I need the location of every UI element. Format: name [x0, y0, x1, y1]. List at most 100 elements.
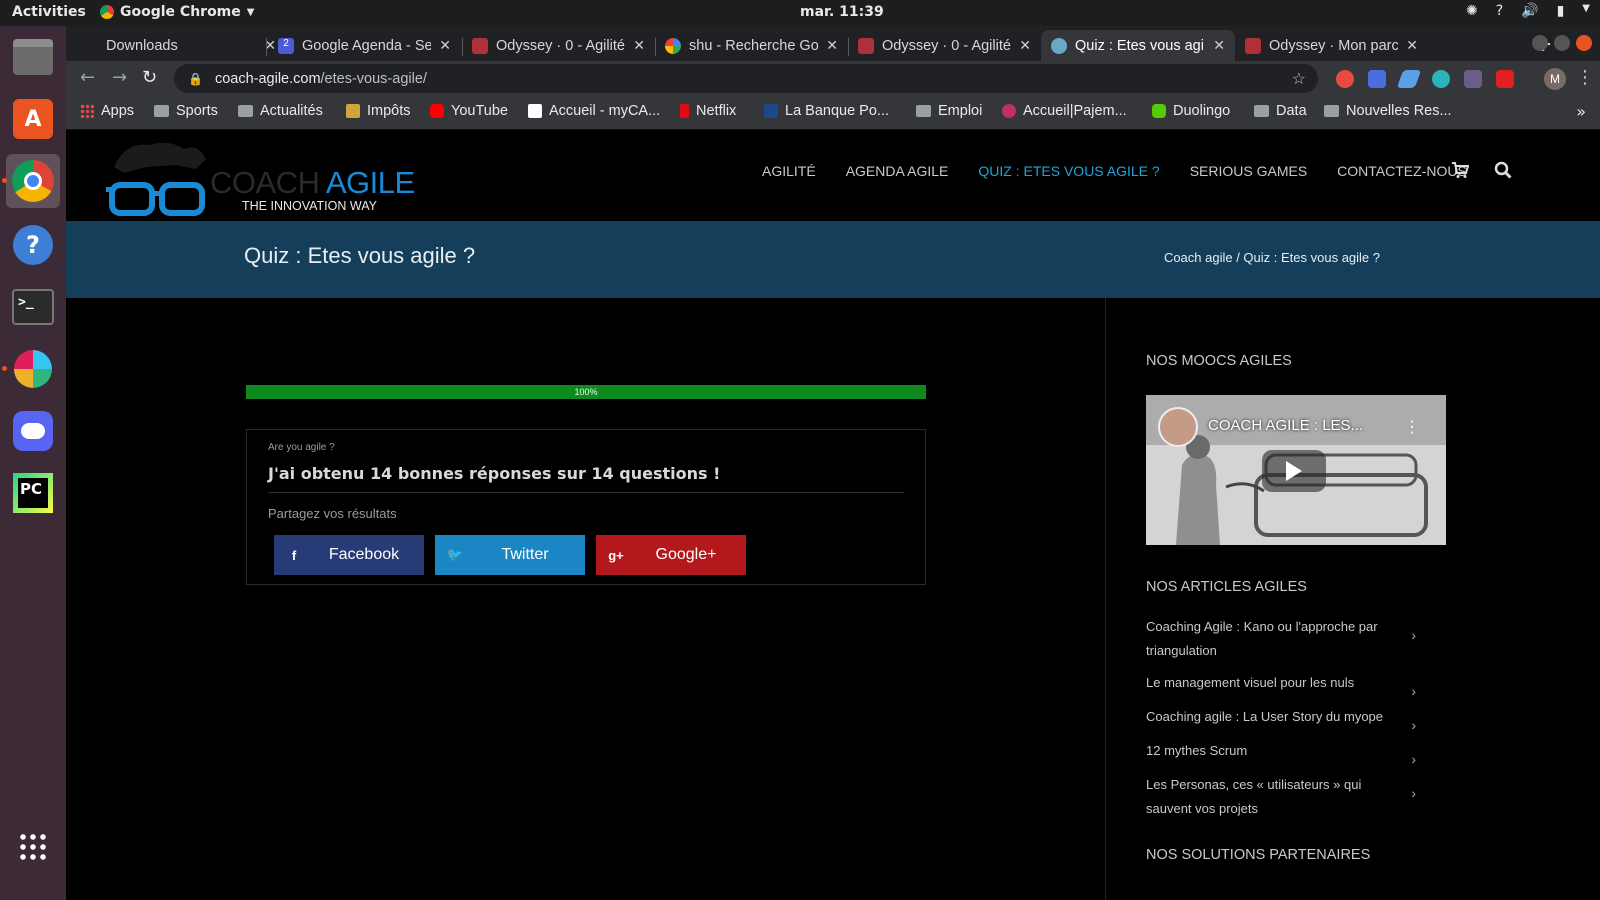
- channel-avatar[interactable]: [1158, 407, 1198, 447]
- close-window-button[interactable]: [1576, 35, 1592, 51]
- bookmark-star-icon[interactable]: ☆: [1292, 69, 1306, 89]
- address-bar[interactable]: 🔒 coach-agile.com /etes-vous-agile/ ☆: [174, 64, 1318, 93]
- duolingo-icon: [1152, 104, 1166, 118]
- chevron-right-icon: ›: [1411, 627, 1416, 643]
- clock[interactable]: mar. 11:39: [800, 4, 884, 20]
- bookmark-netflix[interactable]: Netflix: [680, 103, 736, 119]
- extension-icon[interactable]: [1464, 70, 1482, 88]
- extension-icon[interactable]: [1496, 70, 1514, 88]
- close-icon[interactable]: ✕: [826, 37, 838, 54]
- bookmark-banque-postale[interactable]: La Banque Po...: [764, 103, 889, 119]
- close-icon[interactable]: ✕: [1213, 37, 1225, 54]
- article-link[interactable]: Coaching agile : La User Story du myope …: [1146, 705, 1416, 733]
- dock-terminal[interactable]: >_: [6, 280, 60, 334]
- dock: A ? >_ PC: [0, 26, 66, 900]
- bookmark-pajemploi[interactable]: Accueil|Pajem...: [1002, 103, 1127, 119]
- close-icon[interactable]: ✕: [439, 37, 451, 54]
- dock-files[interactable]: [6, 30, 60, 84]
- nav-quiz[interactable]: QUIZ : ETES VOUS AGILE ?: [978, 163, 1159, 179]
- search-icon[interactable]: [1494, 161, 1512, 179]
- tab-google-search[interactable]: shu - Recherche Goo ✕: [655, 30, 848, 61]
- play-icon[interactable]: [1262, 450, 1326, 492]
- software-store-icon: A: [13, 99, 53, 139]
- cart-icon[interactable]: [1451, 161, 1469, 179]
- article-link[interactable]: 12 mythes Scrum ›: [1146, 739, 1416, 767]
- article-link[interactable]: Coaching Agile : Kano ou l'approche par …: [1146, 615, 1416, 663]
- bookmark-data[interactable]: Data: [1254, 103, 1307, 119]
- app-menu[interactable]: Google Chrome ▼: [100, 4, 254, 20]
- article-link[interactable]: Les Personas, ces « utilisateurs » qui s…: [1146, 773, 1416, 821]
- bookmark-youtube[interactable]: YouTube: [430, 103, 508, 119]
- show-apps-button[interactable]: [6, 820, 60, 874]
- tab-quiz[interactable]: Quiz : Etes vous agi ✕: [1041, 30, 1235, 61]
- battery-icon[interactable]: ▮: [1557, 3, 1565, 19]
- bookmark-apps[interactable]: Apps: [80, 103, 134, 119]
- dock-chrome[interactable]: [6, 154, 60, 208]
- folder-icon: [238, 105, 253, 117]
- bookmark-label: Sports: [176, 103, 218, 119]
- tab-odyssey-2[interactable]: Odyssey · 0 - Agilité ✕: [848, 30, 1041, 61]
- bookmark-duolingo[interactable]: Duolingo: [1152, 103, 1230, 119]
- site-logo[interactable]: COACH AGILE THE INNOVATION WAY: [106, 139, 416, 219]
- dock-slack[interactable]: [6, 342, 60, 396]
- progress-label: 100%: [574, 387, 598, 397]
- mooc-video[interactable]: COACH AGILE : LES... ⋮: [1146, 395, 1446, 545]
- dock-help[interactable]: ?: [6, 218, 60, 272]
- bookmark-sports[interactable]: Sports: [154, 103, 218, 119]
- bookmark-nouvelles-res[interactable]: Nouvelles Res...: [1324, 103, 1452, 119]
- lock-icon[interactable]: 🔒: [188, 72, 203, 86]
- bookmark-actualites[interactable]: Actualités: [238, 103, 323, 119]
- bookmark-label: Accueil - myCA...: [549, 103, 661, 119]
- tab-google-agenda[interactable]: 2 Google Agenda - Se ✕: [268, 30, 461, 61]
- profile-avatar[interactable]: M: [1544, 68, 1566, 90]
- system-tray[interactable]: ✺ ? 🔊 ▮ ▼: [1466, 3, 1590, 19]
- menu-icon[interactable]: ⋮: [1576, 67, 1594, 88]
- chevron-down-icon[interactable]: ▼: [1582, 3, 1590, 19]
- close-icon[interactable]: ✕: [1019, 37, 1031, 54]
- nav-agilite[interactable]: AGILITÉ: [762, 163, 816, 179]
- article-link[interactable]: Le management visuel pour les nuls ›: [1146, 671, 1416, 699]
- apps-grid-icon: [80, 104, 94, 118]
- activities-button[interactable]: Activities: [12, 4, 86, 20]
- weather-icon[interactable]: ✺: [1466, 3, 1478, 19]
- nav-serious-games[interactable]: SERIOUS GAMES: [1190, 163, 1307, 179]
- extension-icon[interactable]: [1396, 70, 1422, 88]
- share-twitter-button[interactable]: 🐦 Twitter: [435, 535, 585, 575]
- tab-odyssey-3[interactable]: Odyssey · Mon parc ✕: [1235, 30, 1428, 61]
- more-options-icon[interactable]: ⋮: [1404, 417, 1420, 436]
- coach-agile-icon: [1051, 37, 1067, 54]
- share-facebook-button[interactable]: f Facebook: [274, 535, 424, 575]
- bookmark-impots[interactable]: Impôts: [346, 103, 411, 119]
- minimize-button[interactable]: [1532, 35, 1548, 51]
- moocs-heading: NOS MOOCS AGILES: [1146, 353, 1292, 369]
- dock-software[interactable]: A: [6, 92, 60, 146]
- video-title[interactable]: COACH AGILE : LES...: [1208, 417, 1363, 434]
- extension-icon[interactable]: [1368, 70, 1386, 88]
- dock-pycharm[interactable]: PC: [6, 466, 60, 520]
- tab-downloads[interactable]: Downloads ✕: [96, 30, 286, 61]
- more-bookmarks-icon[interactable]: »: [1576, 102, 1586, 121]
- youtube-icon: [430, 104, 444, 118]
- back-button[interactable]: ←: [80, 67, 95, 88]
- help-icon[interactable]: ?: [1496, 3, 1503, 19]
- share-googleplus-button[interactable]: g+ Google+: [596, 535, 746, 575]
- close-icon[interactable]: ✕: [1406, 37, 1418, 54]
- bookmark-emploi[interactable]: Emploi: [916, 103, 982, 119]
- breadcrumb[interactable]: Coach agile / Quiz : Etes vous agile ?: [1164, 250, 1380, 265]
- bookmark-myca[interactable]: Accueil - myCA...: [528, 103, 660, 119]
- share-button-label: Google+: [655, 546, 717, 563]
- reload-button[interactable]: ↻: [142, 67, 157, 88]
- nav-agenda-agile[interactable]: AGENDA AGILE: [846, 163, 949, 179]
- maximize-button[interactable]: [1554, 35, 1570, 51]
- bookmark-label: Accueil|Pajem...: [1023, 103, 1127, 119]
- extension-icon[interactable]: [1432, 70, 1450, 88]
- chevron-right-icon: ›: [1411, 751, 1416, 767]
- dock-discord[interactable]: [6, 404, 60, 458]
- tab-odyssey-1[interactable]: Odyssey · 0 - Agilité ✕: [462, 30, 655, 61]
- volume-icon[interactable]: 🔊: [1521, 3, 1538, 19]
- close-icon[interactable]: ✕: [633, 37, 645, 54]
- forward-button[interactable]: →: [112, 67, 127, 88]
- nav-contact[interactable]: CONTACTEZ-NOUS: [1337, 163, 1467, 179]
- share-button-label: Twitter: [501, 546, 549, 563]
- extension-icon[interactable]: [1336, 70, 1354, 88]
